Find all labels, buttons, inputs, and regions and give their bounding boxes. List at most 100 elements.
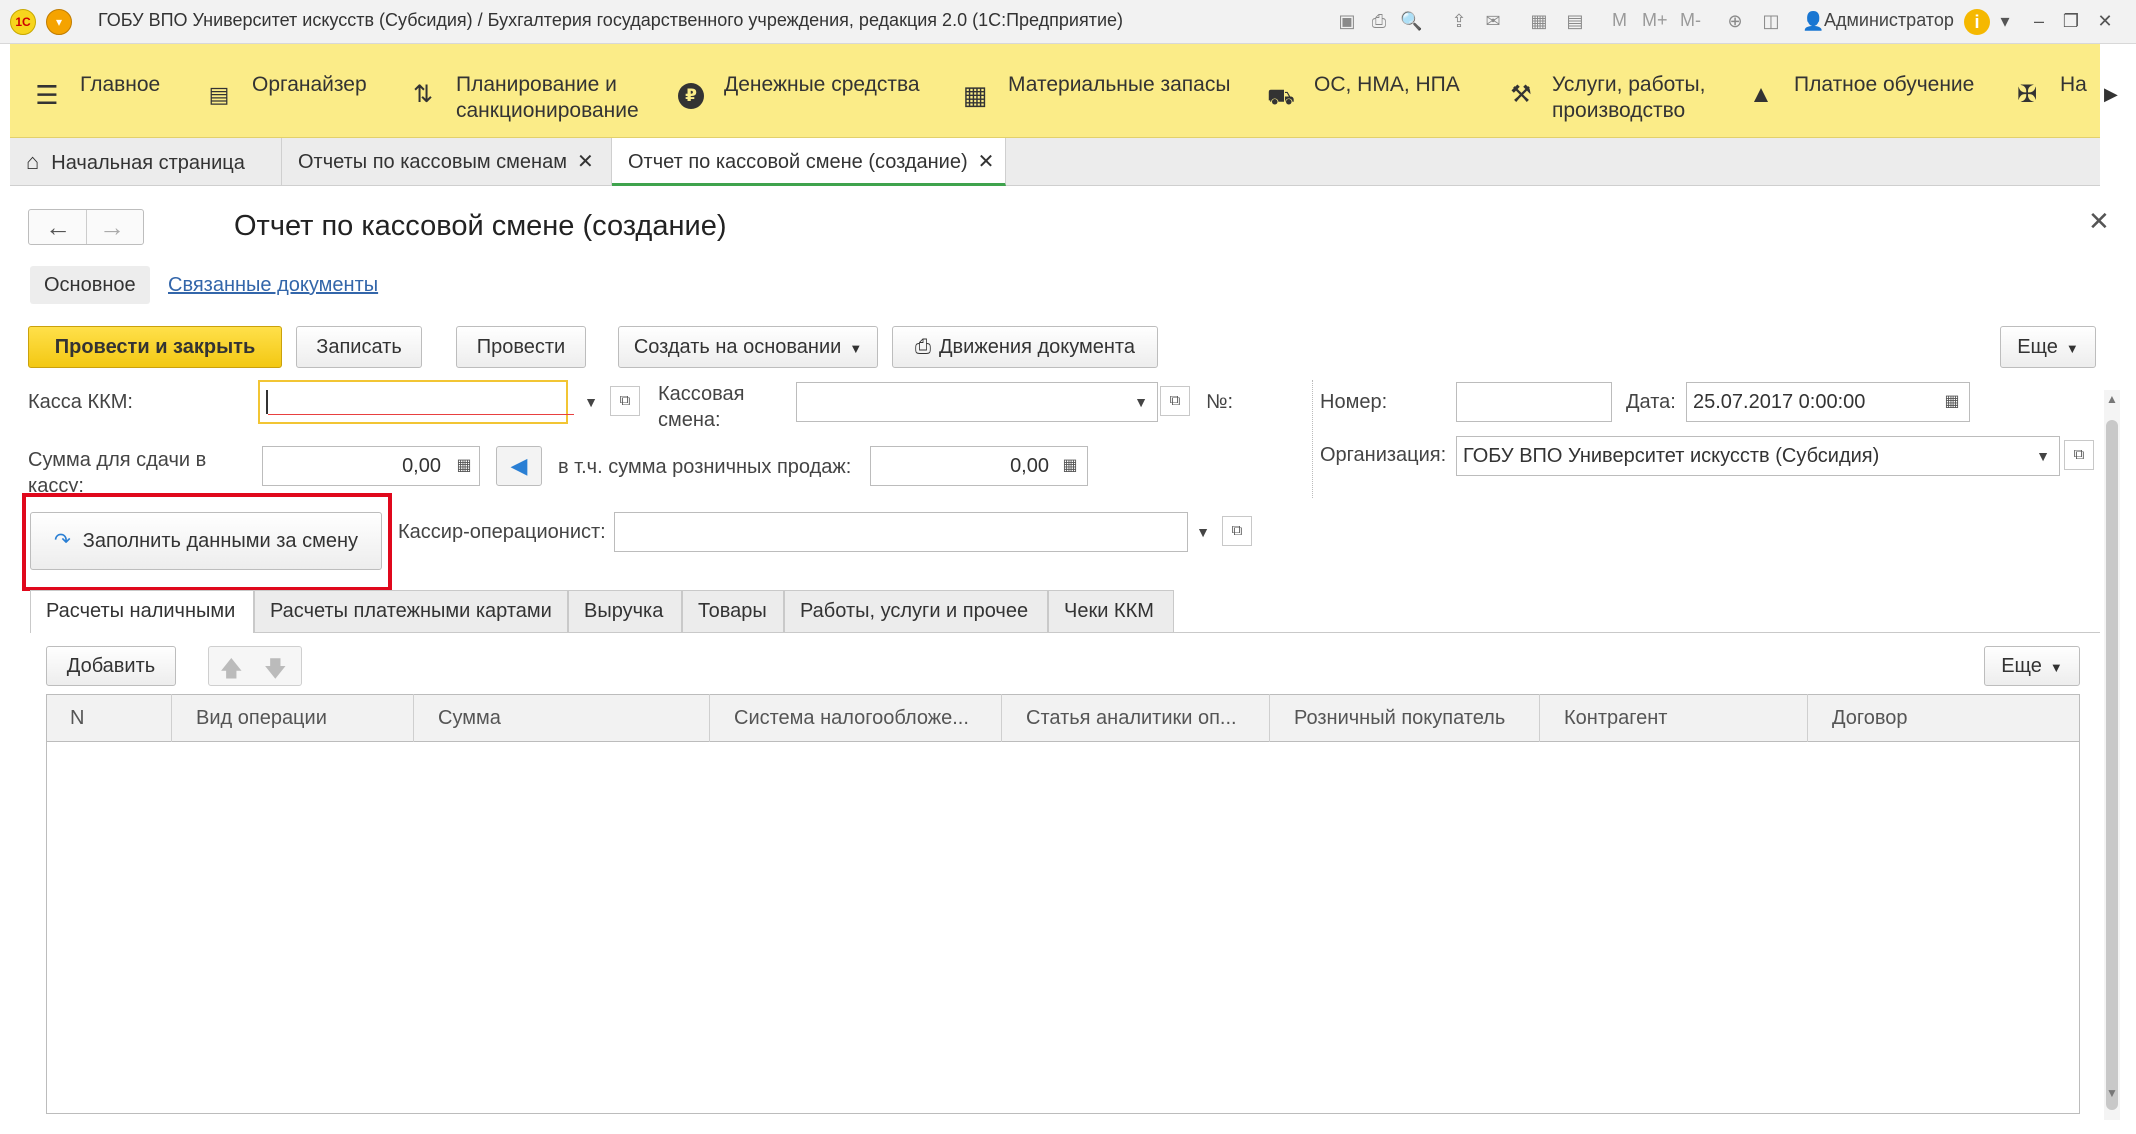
organization-open-icon[interactable]: ⧉: [2064, 440, 2094, 470]
section-main[interactable]: ☰: [32, 80, 62, 110]
arrow-left-icon[interactable]: ◀: [496, 446, 542, 486]
memory-mminus-button[interactable]: M-: [1680, 10, 1701, 31]
fill-shift-data-button[interactable]: ↷ Заполнить данными за смену: [30, 512, 382, 570]
move-up-icon[interactable]: 🡅: [220, 652, 243, 690]
calendar-icon[interactable]: ▤: [1564, 10, 1586, 32]
user-name[interactable]: Администратор: [1824, 10, 1954, 31]
back-arrow-icon[interactable]: ←: [45, 212, 71, 243]
print-icon[interactable]: ⎙: [1368, 10, 1390, 32]
close-tab-icon[interactable]: ✕: [978, 151, 995, 173]
column-counterparty[interactable]: Контрагент: [1540, 694, 1808, 742]
table-more-button[interactable]: Еще ▼: [1984, 646, 2080, 686]
column-sum[interactable]: Сумма: [414, 694, 710, 742]
calendar-icon[interactable]: ▦: [1938, 383, 1966, 421]
document-movements-label: Движения документа: [939, 336, 1135, 358]
section-more-label[interactable]: На: [2060, 70, 2088, 99]
post-button[interactable]: Провести: [456, 326, 586, 368]
column-retail-buyer[interactable]: Розничный покупатель: [1270, 694, 1540, 742]
post-and-close-button[interactable]: Провести и закрыть: [28, 326, 282, 368]
section-planning-label-1[interactable]: Планирование и: [456, 70, 617, 99]
zoom-icon[interactable]: ⊕: [1724, 10, 1746, 32]
truck-icon[interactable]: ⛟: [1266, 82, 1296, 112]
scroll-right-icon[interactable]: ▶: [2104, 84, 2122, 108]
tools-icon[interactable]: ⚒: [1506, 80, 1536, 110]
column-tax-system[interactable]: Система налогообложе...: [710, 694, 1002, 742]
memory-mplus-button[interactable]: M+: [1642, 10, 1668, 31]
organization-dropdown-icon[interactable]: ▼: [2028, 436, 2058, 476]
section-main-label[interactable]: Главное: [80, 70, 160, 99]
calculator-icon[interactable]: ▦: [1056, 447, 1084, 485]
add-row-button[interactable]: Добавить: [46, 646, 176, 686]
kassa-dropdown-icon[interactable]: ▼: [576, 382, 606, 422]
section-services-label-2[interactable]: производство: [1552, 96, 1685, 125]
nav-main[interactable]: Основное: [30, 266, 150, 304]
organization-field[interactable]: ГОБУ ВПО Университет искусств (Субсидия): [1456, 436, 2060, 476]
tab-receipts[interactable]: Чеки ККМ: [1048, 590, 1174, 632]
save-button[interactable]: Записать: [296, 326, 422, 368]
section-services-label-1[interactable]: Услуги, работы,: [1552, 70, 1705, 99]
column-analytics[interactable]: Статья аналитики оп...: [1002, 694, 1270, 742]
number-sign-label: №:: [1206, 391, 1234, 413]
cashier-dropdown-icon[interactable]: ▼: [1188, 512, 1218, 552]
warehouse-icon[interactable]: ▦: [960, 80, 990, 110]
money-icon[interactable]: ₽: [678, 83, 704, 109]
preview-icon[interactable]: 🔍: [1400, 10, 1422, 32]
column-operation-type[interactable]: Вид операции: [172, 694, 414, 742]
shift-dropdown-icon[interactable]: ▼: [1126, 382, 1156, 422]
info-dropdown-icon[interactable]: ▾: [1994, 10, 2016, 32]
shift-open-icon[interactable]: ⧉: [1160, 386, 1190, 416]
scrollbar-thumb[interactable]: [2106, 420, 2118, 1110]
close-tab-icon[interactable]: ✕: [577, 151, 594, 173]
sum-field[interactable]: 0,00: [262, 446, 480, 486]
cashier-field[interactable]: [614, 512, 1188, 552]
column-n[interactable]: N: [46, 694, 172, 742]
doc-number-field[interactable]: [1456, 382, 1612, 422]
shift-field[interactable]: [796, 382, 1158, 422]
tab-revenue[interactable]: Выручка: [568, 590, 682, 632]
section-education-label[interactable]: Платное обучение: [1794, 70, 1974, 99]
graduation-cap-icon[interactable]: ▲: [1746, 80, 1776, 110]
forward-arrow-icon[interactable]: →: [99, 212, 125, 243]
section-assets-label[interactable]: ОС, НМА, НПА: [1314, 70, 1460, 99]
section-planning-label-2[interactable]: санкционирование: [456, 96, 639, 125]
save-icon[interactable]: ▣: [1336, 10, 1358, 32]
info-icon[interactable]: i: [1964, 9, 1990, 35]
cashier-open-icon[interactable]: ⧉: [1222, 516, 1252, 546]
tab-home[interactable]: ⌂ Начальная страница: [10, 138, 282, 186]
tab-goods[interactable]: Товары: [682, 590, 784, 632]
tab-reports-list[interactable]: Отчеты по кассовым сменам ✕: [282, 138, 612, 186]
section-materials-label[interactable]: Материальные запасы: [1008, 70, 1230, 99]
restore-icon[interactable]: ❐: [2060, 10, 2082, 32]
planning-icon[interactable]: ⇅: [408, 80, 438, 110]
tab-cash-payments[interactable]: Расчеты наличными: [30, 590, 254, 633]
tab-services[interactable]: Работы, услуги и прочее: [784, 590, 1048, 632]
section-organizer-label[interactable]: Органайзер: [252, 70, 367, 99]
clipboard-icon[interactable]: ▤: [204, 80, 234, 110]
nav-related-documents[interactable]: Связанные документы: [168, 274, 378, 297]
create-based-on-button[interactable]: Создать на основании ▼: [618, 326, 878, 368]
move-down-icon[interactable]: 🡇: [264, 652, 287, 690]
kassa-open-icon[interactable]: ⧉: [610, 386, 640, 416]
scroll-down-icon[interactable]: ▼: [2106, 1086, 2118, 1100]
close-form-icon[interactable]: ✕: [2088, 206, 2110, 237]
minimize-icon[interactable]: –: [2028, 10, 2050, 32]
more-button[interactable]: Еще ▼: [2000, 326, 2096, 368]
upload-icon[interactable]: ⇪: [1448, 10, 1470, 32]
main-menu-chevron-icon[interactable]: ▾: [46, 9, 72, 35]
panels-icon[interactable]: ◫: [1760, 10, 1782, 32]
operations-table[interactable]: [46, 694, 2080, 1114]
scroll-up-icon[interactable]: ▲: [2106, 392, 2118, 406]
column-contract[interactable]: Договор: [1808, 694, 2080, 742]
calculator-icon[interactable]: ▦: [450, 447, 478, 485]
emblem-icon[interactable]: ✠: [2012, 80, 2042, 110]
document-movements-button[interactable]: ⎙ Движения документа: [892, 326, 1158, 368]
section-money-label[interactable]: Денежные средства: [724, 70, 920, 99]
memory-m-button[interactable]: M: [1612, 10, 1627, 31]
tab-card-payments[interactable]: Расчеты платежными картами: [254, 590, 568, 632]
date-field[interactable]: 25.07.2017 0:00:00: [1686, 382, 1970, 422]
calculator-icon[interactable]: ▦: [1528, 10, 1550, 32]
mail-icon[interactable]: ✉: [1482, 10, 1504, 32]
tab-report-create[interactable]: Отчет по кассовой смене (создание) ✕: [612, 138, 1006, 186]
kassa-field[interactable]: [258, 380, 568, 424]
close-window-icon[interactable]: ✕: [2094, 10, 2116, 32]
